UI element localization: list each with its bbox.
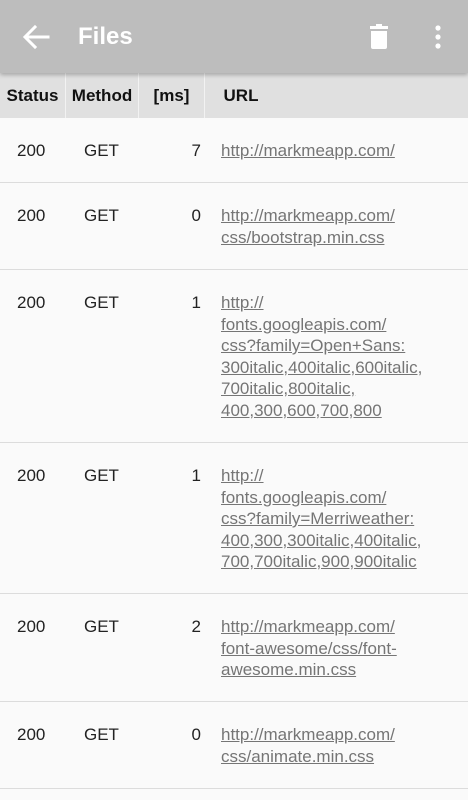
method-cell: GET	[84, 206, 119, 225]
table-row[interactable]: 200 GET 1 http:// fonts.googleapis.com/ …	[0, 443, 468, 594]
app-bar: Files	[0, 0, 468, 73]
table-row[interactable]: 200 GET 0 http://markmeapp.com/ css/anim…	[0, 702, 468, 789]
url-link[interactable]: http://markmeapp.com/ css/animate.min.cs…	[221, 724, 461, 767]
status-cell: 200	[17, 293, 46, 312]
url-link[interactable]: http://markmeapp.com/ font-awesome/css/f…	[221, 616, 461, 681]
table-row[interactable]: 200 GET 7 http://markmeapp.com/	[0, 118, 468, 183]
more-vert-icon[interactable]	[428, 24, 448, 50]
method-cell: GET	[84, 725, 119, 744]
status-cell: 200	[17, 617, 46, 636]
duration-cell: 0	[191, 725, 201, 744]
method-cell: GET	[84, 293, 119, 312]
method-cell: GET	[84, 141, 119, 160]
url-link[interactable]: http:// fonts.googleapis.com/ css?family…	[221, 292, 461, 421]
table-row[interactable]: 200 GET 0 http://markmeapp.com/ css/boot…	[0, 183, 468, 270]
column-header-status: Status	[6, 86, 59, 105]
duration-cell: 0	[191, 206, 201, 225]
column-header-url: URL	[223, 86, 259, 105]
trash-icon[interactable]	[367, 24, 391, 50]
method-cell: GET	[84, 617, 119, 636]
duration-cell: 1	[191, 293, 201, 312]
column-header-method: Method	[71, 86, 133, 105]
status-cell: 200	[17, 206, 46, 225]
table-header: Status Method [ms] URL	[0, 73, 468, 118]
url-link[interactable]: http://markmeapp.com/	[221, 140, 461, 162]
method-cell: GET	[84, 466, 119, 485]
duration-cell: 1	[191, 466, 201, 485]
duration-cell: 7	[191, 141, 201, 160]
arrow-back-icon[interactable]	[22, 24, 50, 50]
url-link[interactable]: http:// fonts.googleapis.com/ css?family…	[221, 465, 461, 573]
request-list: 200 GET 7 http://markmeapp.com/ 200 GET …	[0, 118, 468, 789]
status-cell: 200	[17, 725, 46, 744]
column-header-ms: [ms]	[153, 86, 190, 105]
status-cell: 200	[17, 466, 46, 485]
duration-cell: 2	[191, 617, 201, 636]
table-row[interactable]: 200 GET 1 http:// fonts.googleapis.com/ …	[0, 270, 468, 443]
table-row[interactable]: 200 GET 2 http://markmeapp.com/ font-awe…	[0, 594, 468, 702]
page-title: Files	[78, 23, 133, 50]
status-cell: 200	[17, 141, 46, 160]
url-link[interactable]: http://markmeapp.com/ css/bootstrap.min.…	[221, 205, 461, 248]
